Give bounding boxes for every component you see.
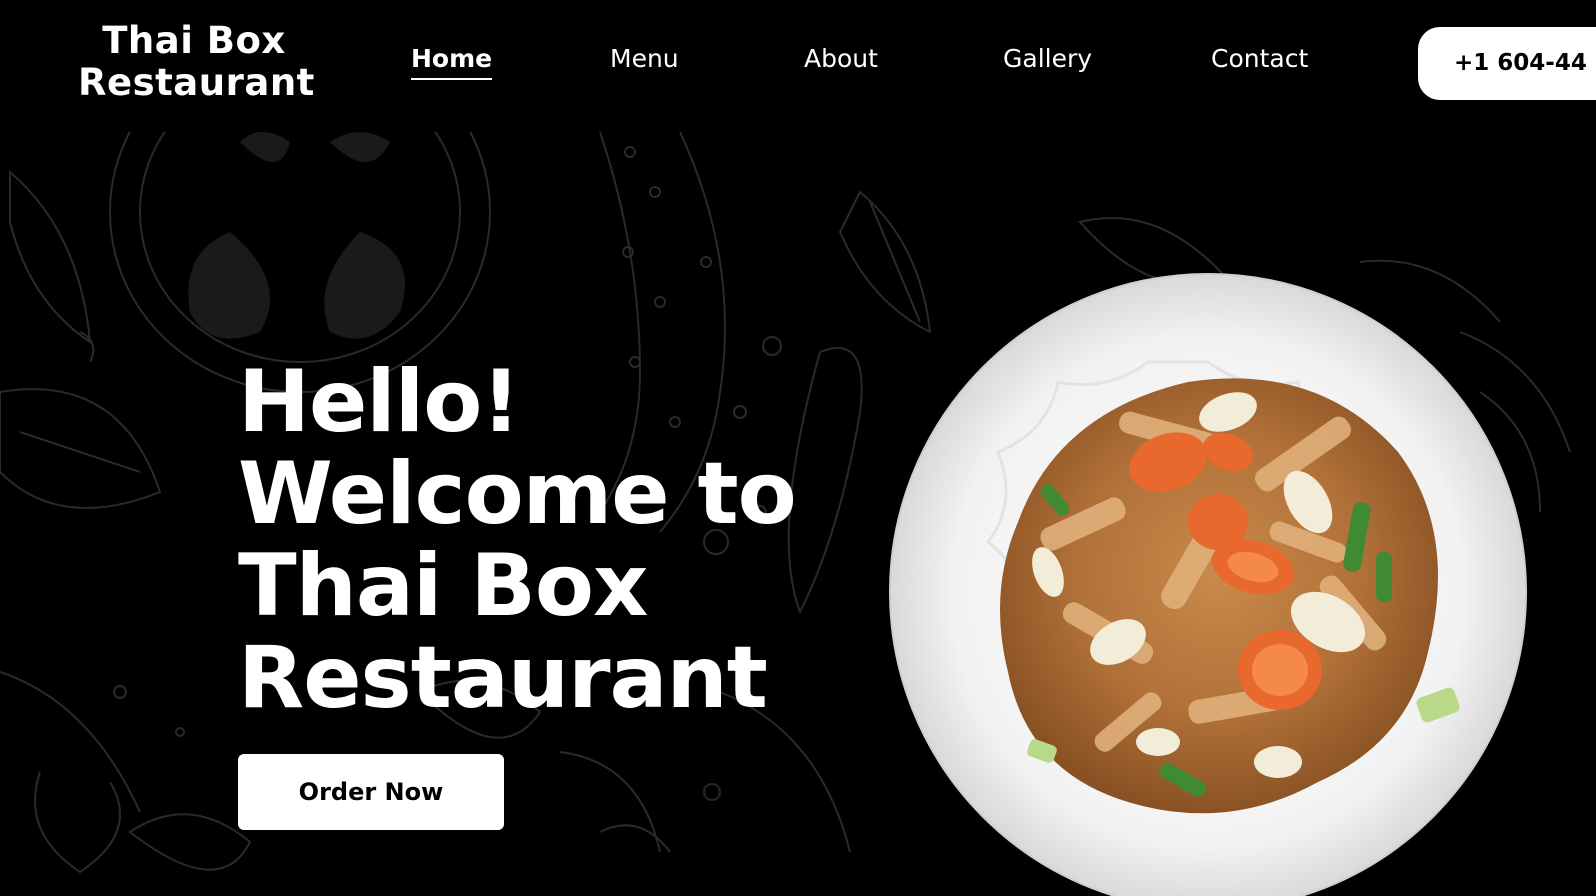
nav-gallery[interactable]: Gallery	[1003, 44, 1092, 73]
plate-of-thai-noodles-image	[889, 273, 1527, 896]
logo-line-2: Restaurant	[78, 61, 315, 104]
nav-menu[interactable]: Menu	[610, 44, 679, 73]
nav-about[interactable]: About	[804, 44, 878, 73]
phone-button[interactable]: +1 604-44	[1418, 27, 1596, 100]
hero-title-line-1: Hello!	[238, 352, 521, 452]
nav-home[interactable]: Home	[411, 44, 493, 80]
hero-title: Hello! Welcome to Thai Box Restaurant	[238, 352, 797, 728]
hero-title-line-2: Welcome to	[238, 444, 797, 544]
page: Thai Box Restaurant Home Menu About Gall…	[0, 0, 1596, 896]
site-logo[interactable]: Thai Box Restaurant	[78, 19, 315, 104]
hero-title-line-4: Restaurant	[238, 628, 768, 728]
nav-contact[interactable]: Contact	[1211, 44, 1308, 73]
site-header: Thai Box Restaurant Home Menu About Gall…	[0, 0, 1596, 132]
hero-title-line-3: Thai Box	[238, 536, 648, 636]
order-now-button[interactable]: Order Now	[238, 754, 504, 830]
logo-line-1: Thai Box	[102, 19, 286, 62]
